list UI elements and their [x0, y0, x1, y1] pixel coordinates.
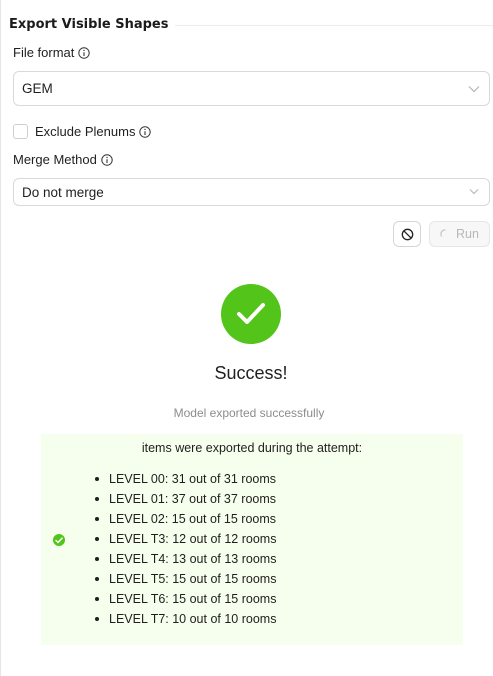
info-icon[interactable]: [101, 153, 113, 166]
file-format-label: File format: [13, 45, 91, 60]
export-level-list: LEVEL 00: 31 out of 31 rooms LEVEL 01: 3…: [94, 471, 276, 631]
panel-title: Export Visible Shapes: [9, 16, 169, 32]
loading-spinner-icon: [440, 229, 446, 237]
list-item: LEVEL 01: 37 out of 37 rooms: [94, 491, 276, 511]
file-format-label-text: File format: [13, 45, 75, 60]
result-subtitle: Model exported successfully: [173, 406, 325, 420]
exclude-plenums-row: Exclude Plenums: [13, 124, 152, 139]
export-details-heading: items were exported during the attempt:: [141, 441, 363, 455]
list-item: LEVEL T5: 15 out of 15 rooms: [94, 571, 276, 591]
list-item: LEVEL 02: 15 out of 15 rooms: [94, 511, 276, 531]
info-icon[interactable]: [78, 46, 91, 59]
export-details-box: items were exported during the attempt: …: [41, 434, 463, 645]
info-icon[interactable]: [139, 125, 152, 138]
merge-method-label-text: Merge Method: [13, 152, 97, 167]
checkmark-icon: [237, 303, 265, 324]
list-item: LEVEL T7: 10 out of 10 rooms: [94, 611, 276, 631]
status-check-icon: [53, 534, 65, 546]
list-item: LEVEL T3: 12 out of 12 rooms: [94, 531, 276, 551]
file-format-select[interactable]: GEM: [13, 71, 490, 106]
run-button[interactable]: Run: [429, 221, 490, 247]
result-title: Success!: [214, 363, 288, 383]
cancel-button[interactable]: [393, 221, 421, 247]
list-item: LEVEL T4: 13 out of 13 rooms: [94, 551, 276, 571]
exclude-plenums-label-text: Exclude Plenums: [35, 124, 136, 139]
list-item: LEVEL 00: 31 out of 31 rooms: [94, 471, 276, 491]
merge-method-select[interactable]: Do not merge: [13, 178, 490, 206]
exclude-plenums-checkbox[interactable]: [13, 124, 28, 139]
chevron-down-icon: [469, 189, 479, 195]
cancel-icon: [401, 228, 413, 240]
chevron-down-icon: [468, 85, 480, 92]
panel-divider: [0, 0, 1, 676]
header-divider: [174, 24, 493, 26]
list-item: LEVEL T6: 15 out of 15 rooms: [94, 591, 276, 611]
exclude-plenums-label[interactable]: Exclude Plenums: [35, 124, 152, 139]
success-check-icon: [221, 284, 281, 344]
merge-method-label: Merge Method: [13, 152, 113, 167]
file-format-value: GEM: [22, 81, 53, 96]
merge-method-value: Do not merge: [22, 184, 104, 200]
panel-header: Export Visible Shapes: [9, 14, 493, 34]
run-button-label: Run: [456, 227, 479, 241]
